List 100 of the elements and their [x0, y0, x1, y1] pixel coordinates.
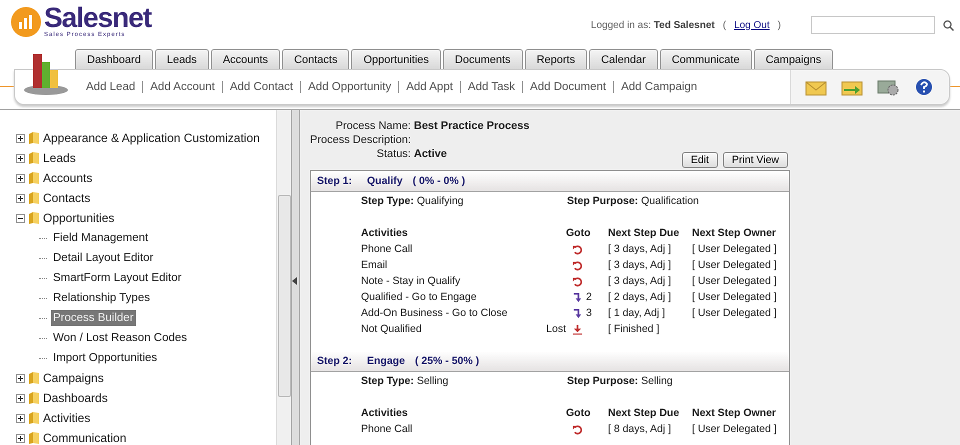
repeat-icon	[572, 424, 583, 435]
column-header: Goto	[566, 226, 592, 241]
quick-link[interactable]: Add Document	[522, 81, 614, 93]
activity-name: Not Qualified	[361, 322, 423, 337]
field-label: Process Description:	[310, 134, 411, 146]
tree-item[interactable]: Activities	[43, 411, 90, 425]
goto-step: 2	[586, 290, 592, 305]
owner-text: [ User Delegated ]	[692, 259, 777, 271]
repeat-icon	[572, 276, 583, 287]
quick-link[interactable]: Add Campaign	[613, 81, 704, 93]
tree-item[interactable]: Field Management	[51, 230, 150, 246]
collapse-icon[interactable]	[16, 214, 25, 222]
expand-icon[interactable]	[16, 374, 25, 382]
help-icon[interactable]	[913, 78, 935, 96]
finish-icon	[572, 324, 583, 335]
activity-name: Qualified - Go to Engage	[361, 290, 478, 305]
brand-name: Salesnet	[44, 4, 152, 32]
outcome-label: Lost	[546, 323, 566, 335]
logo-icon	[10, 6, 42, 38]
activity-name: Add-On Business - Go to Close	[361, 306, 508, 321]
expand-icon[interactable]	[16, 394, 25, 402]
nav-tab[interactable]: Campaigns	[754, 49, 834, 69]
tree-item[interactable]: Won / Lost Reason Codes	[51, 330, 190, 346]
nav-tab[interactable]: Dashboard	[75, 49, 153, 69]
search-field[interactable]	[811, 16, 935, 34]
expand-icon[interactable]	[16, 194, 25, 202]
action-button[interactable]: Edit	[682, 152, 718, 168]
folder-icon	[28, 371, 40, 385]
nav-tab[interactable]: Reports	[524, 49, 588, 69]
folder-icon	[28, 131, 40, 145]
quick-link[interactable]: Add Opportunity	[300, 81, 398, 93]
nav-tab[interactable]: Contacts	[282, 49, 350, 69]
folder-icon	[28, 391, 40, 405]
quick-link[interactable]: Add Lead	[86, 81, 142, 93]
folder-icon	[28, 211, 40, 225]
folder-icon	[28, 431, 40, 445]
step-type: Step Type: Qualifying	[361, 195, 465, 207]
paren-mark: )	[778, 20, 781, 30]
field-value: Active	[414, 148, 448, 160]
quick-link[interactable]: Add Account	[142, 81, 222, 93]
tree-item[interactable]: Dashboards	[43, 391, 108, 405]
nav-tab[interactable]: Documents	[442, 49, 523, 69]
activity-name: Phone Call	[361, 422, 414, 437]
nav-tab[interactable]: Accounts	[210, 49, 280, 69]
field-label: Process Name:	[334, 120, 411, 132]
nav-tab[interactable]: Leads	[154, 49, 209, 69]
expand-icon[interactable]	[16, 154, 25, 162]
owner-text: [ User Delegated ]	[692, 307, 777, 319]
activity-name: Email	[361, 258, 388, 273]
owner-text: [ User Delegated ]	[692, 423, 777, 435]
expand-icon[interactable]	[16, 174, 25, 182]
logout-link[interactable]: Log Out	[734, 20, 770, 30]
expand-icon[interactable]	[16, 414, 25, 422]
activity-name: Note - Stay in Qualify	[361, 274, 462, 289]
search-icon[interactable]	[943, 20, 954, 30]
quick-link[interactable]: Add Contact	[222, 81, 300, 93]
tree-item[interactable]: Campaigns	[43, 371, 104, 385]
login-status: Logged in as: Ted Salesnet	[590, 20, 715, 30]
tree-item[interactable]: SmartForm Layout Editor	[51, 270, 184, 286]
due-text: [ 1 day, Adj ]	[608, 306, 666, 321]
quick-link[interactable]: Add Task	[460, 81, 522, 93]
tree-item[interactable]: Contacts	[43, 191, 90, 205]
folder-icon	[28, 171, 40, 185]
tree-item[interactable]: Relationship Types	[51, 290, 152, 306]
nav-tab[interactable]: Opportunities	[351, 49, 441, 69]
tree-item[interactable]: Communication	[43, 431, 126, 445]
owner-text: [ User Delegated ]	[692, 291, 777, 303]
owner-text: [ User Delegated ]	[692, 243, 777, 255]
tree-item[interactable]: Opportunities	[43, 211, 114, 225]
action-button[interactable]: Print View	[722, 152, 788, 168]
nav-tab[interactable]: Communicate	[660, 49, 752, 69]
owner-text: [ User Delegated ]	[692, 275, 777, 287]
tree-item[interactable]: Accounts	[43, 171, 92, 185]
tree-item[interactable]: Import Opportunities	[51, 350, 160, 366]
column-header: Activities	[361, 226, 409, 241]
due-text: [ 3 days, Adj ]	[608, 274, 672, 289]
step-header: Step 2: Engage ( 25% - 50% )	[311, 351, 789, 372]
tree-item[interactable]: Process Builder	[51, 310, 136, 326]
repeat-icon	[572, 260, 583, 271]
column-header: Next Step Due	[608, 226, 680, 241]
quick-link[interactable]: Add Appt	[398, 81, 460, 93]
arrow-icon	[572, 308, 583, 319]
folder-icon	[28, 151, 40, 165]
activity-name: Phone Call	[361, 242, 414, 257]
step-header: Step 1: Qualify ( 0% - 0% )	[311, 171, 789, 192]
tree-item[interactable]: Leads	[43, 151, 76, 165]
column-header: Goto	[566, 406, 592, 421]
scrollbar[interactable]	[276, 110, 291, 445]
expand-icon[interactable]	[16, 434, 25, 442]
tree-item[interactable]: Appearance & Application Customization	[43, 131, 260, 145]
goto-step: 3	[586, 306, 592, 321]
arrow-icon	[572, 292, 583, 303]
step-type: Step Type: Selling	[361, 375, 450, 387]
folder-icon	[28, 191, 40, 205]
tree-item[interactable]: Detail Layout Editor	[51, 250, 156, 266]
nav-tab[interactable]: Calendar	[589, 49, 658, 69]
column-header: Next Step Due	[608, 406, 680, 421]
expand-icon[interactable]	[16, 134, 25, 142]
collapse-arrow-icon[interactable]	[292, 277, 297, 285]
field-value: Best Practice Process	[414, 120, 530, 132]
